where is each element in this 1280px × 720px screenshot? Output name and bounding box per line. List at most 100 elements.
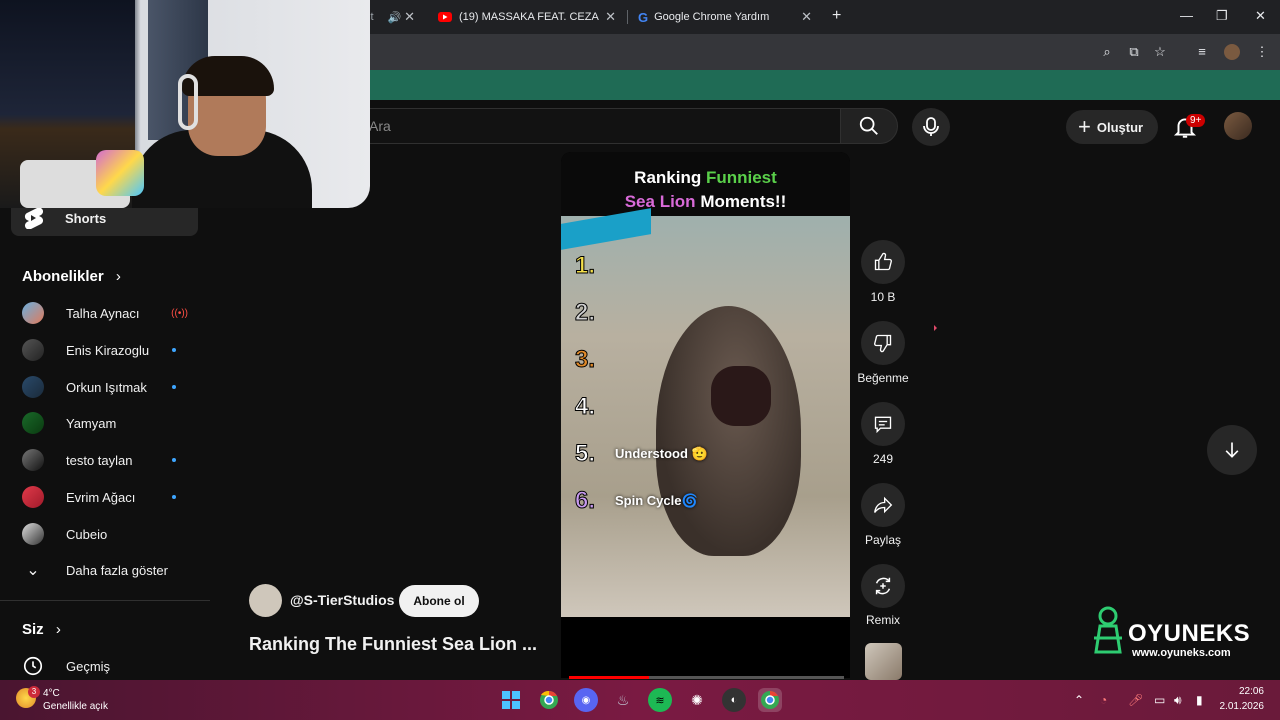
windows-start-icon[interactable] [499,688,523,712]
video-frame: 1. 2. 3. 4. 5. 6. Understood 🫡 Spin Cycl… [561,208,850,617]
remix-button[interactable] [861,564,905,608]
sidebar-sub-cubeio[interactable]: Cubeio [22,520,192,548]
new-tab-icon[interactable]: + [832,7,841,25]
sidebar-sub-orkun[interactable]: Orkun Işıtmak [22,373,192,401]
minimize-icon[interactable]: — [1180,8,1193,23]
profile-avatar[interactable] [1224,44,1240,60]
avatar [22,449,44,471]
live-icon: ((•)) [171,307,188,319]
avatar [22,376,44,398]
rank-5-label: Understood 🫡 [615,446,708,461]
like-button[interactable] [861,240,905,284]
clock-date[interactable]: 2.01.2026 [1218,701,1265,712]
sidebar-item-history[interactable]: Geçmiş [22,652,192,680]
create-button[interactable]: + Oluştur [1066,110,1158,144]
short-title[interactable]: Ranking The Funniest Sea Lion ... [249,634,537,655]
tab-chrome-help[interactable]: G Google Chrome Yardım ✕ [628,4,822,30]
short-player[interactable]: Ranking Funniest Sea Lion Moments!! 1. 2… [561,152,850,678]
overlay-title-line-1: Ranking Funniest [634,168,777,187]
microphone-tray-icon[interactable]: 🎤︎ [1128,693,1143,707]
network-icon[interactable]: ◔ [1100,693,1107,707]
chrome-icon[interactable] [537,688,561,712]
remix-icon [875,577,891,595]
share-label: Paylaş [864,533,902,547]
voice-search-button[interactable] [912,108,950,146]
chrome-active-icon[interactable] [758,688,782,712]
watermark-title: OYUNEKS [1128,620,1251,647]
search-input[interactable]: Ara [350,108,840,144]
search-button[interactable] [840,108,898,144]
volume-icon[interactable]: 🔊︎ [1174,693,1182,708]
search-icon [859,116,878,135]
notification-badge: 9+ [1186,114,1206,127]
obs-icon[interactable]: ◐ [722,688,746,712]
comments-button[interactable] [861,402,905,446]
sidebar-sub-enis[interactable]: Enis Kirazoglu [22,336,192,364]
account-avatar[interactable] [1224,112,1252,140]
new-content-dot [172,385,176,389]
close-tab-icon[interactable]: ✕ [605,9,616,25]
channel-name[interactable]: @S-TierStudios [290,592,394,608]
sea-lion-mouth [711,366,771,426]
search-placeholder: Ara [369,118,391,134]
show-hidden-icons[interactable]: ⌃ [1074,693,1084,707]
thumbs-up-icon [874,252,893,271]
show-more-button[interactable]: ⌄ Daha fazla göster [22,556,192,584]
dislike-button[interactable] [861,321,905,365]
watermark-url: www.oyuneks.com [1132,647,1231,659]
sidebar-sub-testo[interactable]: testo taylan [22,446,192,474]
like-count: 10 B [870,290,896,304]
new-content-dot [172,458,176,462]
install-app-icon[interactable]: ⧉ [1126,44,1142,60]
clock-time[interactable]: 22:06 [1222,686,1264,697]
headphones [178,74,198,130]
spotify-icon[interactable]: ≋ [648,688,672,712]
sidebar-divider [0,600,210,601]
video-progress-fill [569,676,649,679]
sidebar-sub-yamyam[interactable]: Yamyam [22,409,192,437]
plus-icon: + [1078,114,1091,139]
avatar [22,339,44,361]
arrow-down-icon [1225,442,1239,458]
comment-icon [874,416,892,434]
close-tab-icon[interactable]: ✕ [801,9,812,25]
chevron-right-icon: › [55,621,61,638]
subscription-name: Cubeio [66,526,108,542]
share-button[interactable] [861,483,905,527]
menu-kebab-icon[interactable]: ⋮ [1254,44,1270,60]
steelseries-icon[interactable]: ✺ [685,688,709,712]
you-heading[interactable]: Siz › [22,621,61,638]
subscribe-button[interactable]: Abone ol [399,585,479,617]
youtube-icon [438,12,452,22]
sound-thumbnail[interactable] [865,643,902,680]
close-tab-icon[interactable]: ✕ [404,9,415,25]
avatar [22,412,44,434]
next-short-button[interactable] [1207,425,1257,475]
subscription-name: Yamyam [66,415,117,431]
battery-icon[interactable]: ▮ [1196,693,1203,707]
subscription-name: Orkun Işıtmak [66,379,147,395]
discord-icon[interactable]: ◉ [574,688,598,712]
bookmark-star-icon[interactable]: ☆ [1152,44,1168,60]
rank-6: 6. [574,487,596,515]
maximize-icon[interactable]: ❐ [1216,8,1228,24]
overlay-title-line-2: Sea Lion Moments!! [624,192,787,211]
zoom-icon[interactable]: ⌕ [1099,44,1115,60]
sidebar-sub-talha[interactable]: Talha Aynacı ((•)) [22,299,192,327]
subscriptions-heading[interactable]: Abonelikler › [22,268,121,285]
create-label: Oluştur [1096,119,1144,135]
microphone-icon [923,117,939,136]
sidebar-sub-evrim[interactable]: Evrim Ağacı [22,483,192,511]
sea-lion [656,306,801,556]
rank-6-label: Spin Cycle🌀 [615,493,698,508]
channel-avatar[interactable] [249,584,282,617]
close-window-icon[interactable]: ✕ [1255,8,1266,24]
avatar [22,302,44,324]
steam-icon[interactable]: ♨ [611,688,635,712]
new-content-dot [172,348,176,352]
display-icon[interactable]: ▭ [1154,693,1165,707]
tab-youtube[interactable]: (19) MASSAKA FEAT. CEZA & D ✕ [428,4,626,30]
subscription-name: testo taylan [66,452,133,468]
media-control-icon[interactable]: ≡ [1194,44,1210,60]
subscription-name: Enis Kirazoglu [66,342,150,358]
